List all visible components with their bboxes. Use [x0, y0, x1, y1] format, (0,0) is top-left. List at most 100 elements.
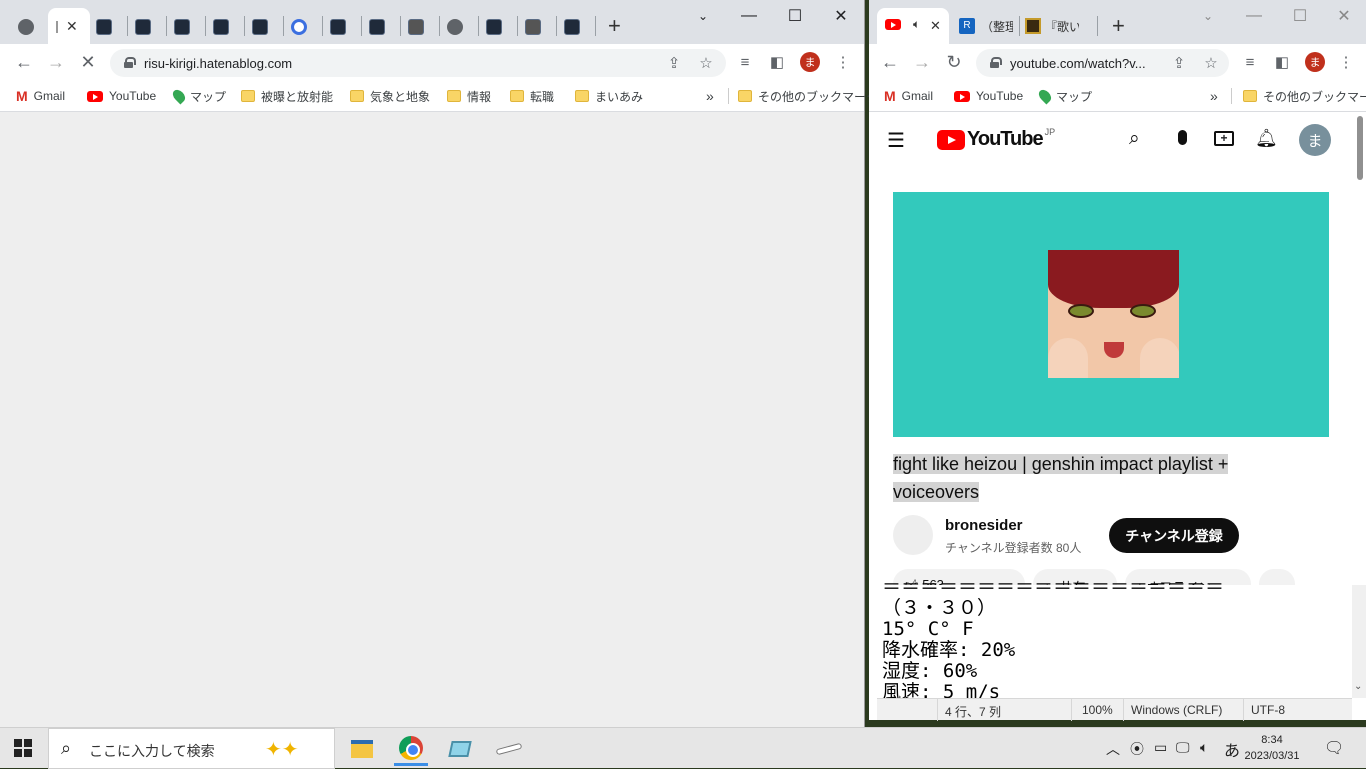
back-icon[interactable]: ←: [878, 50, 902, 74]
page-scrollbar[interactable]: [1357, 116, 1363, 180]
tab-separator: [283, 16, 284, 36]
volume-icon[interactable]: 🔈︎: [1200, 739, 1208, 756]
scroll-down-icon[interactable]: ⌄: [1354, 681, 1362, 692]
bookmark-star-icon[interactable]: ☆: [695, 52, 717, 74]
tab[interactable]: [402, 10, 430, 44]
bookmarks-overflow-icon[interactable]: »: [706, 86, 714, 106]
tab-title[interactable]: 『歌い: [1045, 18, 1079, 35]
bookmark-other-folder[interactable]: その他のブックマーク: [1243, 86, 1366, 106]
notepad-vertical-scrollbar[interactable]: ⌄: [1352, 585, 1366, 698]
video-title: fight like heizou | genshin impact playl…: [893, 454, 1229, 502]
notifications-bell-icon[interactable]: 🔔︎: [1255, 128, 1278, 149]
notepad-taskbar-icon[interactable]: [443, 732, 477, 766]
tab[interactable]: [129, 10, 157, 44]
show-hidden-icons-icon[interactable]: ︿: [1106, 739, 1120, 759]
more-menu-icon[interactable]: ⋮: [1335, 51, 1357, 73]
taskbar-search-box[interactable]: ⌕ ここに入力して検索 ✦✦: [48, 728, 335, 769]
bookmark-gmail[interactable]: M Gmail: [884, 86, 933, 106]
microphone-icon[interactable]: [1178, 130, 1187, 145]
maximize-icon[interactable]: ☐: [1277, 4, 1323, 28]
forward-icon[interactable]: →: [910, 50, 934, 74]
windows-start-icon[interactable]: [14, 739, 32, 757]
notepad-text-area[interactable]: ＝＝＝＝＝＝＝＝＝＝＝＝＝＝＝＝＝＝ （３・３０） 15° C° F 降水確率: 20…: [882, 577, 1224, 703]
new-tab-icon[interactable]: +: [608, 13, 621, 39]
network-icon[interactable]: 🖵︎: [1176, 739, 1190, 756]
share-icon[interactable]: ⇪: [663, 52, 685, 74]
bookmark-other-folder[interactable]: その他のブックマーク: [738, 86, 878, 106]
create-video-icon[interactable]: +: [1214, 131, 1234, 146]
tab[interactable]: [519, 10, 547, 44]
new-tab-icon[interactable]: +: [1112, 13, 1125, 39]
tab[interactable]: [207, 10, 235, 44]
bookmark-folder[interactable]: 被曝と放射能: [241, 86, 333, 106]
channel-avatar[interactable]: [893, 515, 933, 555]
tab-globe[interactable]: [12, 10, 40, 44]
tab-loading[interactable]: [50, 10, 64, 44]
youtube-logo[interactable]: YouTube JP: [937, 127, 1055, 151]
encoding: UTF-8: [1251, 703, 1285, 717]
bookmarks-overflow-icon[interactable]: »: [1210, 86, 1218, 106]
tab[interactable]: [558, 10, 586, 44]
close-window-icon[interactable]: ✕: [818, 4, 864, 28]
battery-icon[interactable]: ▭: [1154, 739, 1167, 756]
ime-indicator[interactable]: あ: [1224, 737, 1240, 761]
tab[interactable]: [246, 10, 274, 44]
reload-icon[interactable]: ↻: [942, 50, 966, 74]
search-icon[interactable]: ⌕: [1129, 128, 1140, 150]
tab[interactable]: [441, 10, 469, 44]
more-menu-icon[interactable]: ⋮: [832, 51, 854, 73]
bookmark-maps[interactable]: マップ: [1036, 86, 1092, 106]
bookmark-youtube[interactable]: YouTube: [954, 86, 1023, 106]
share-icon[interactable]: ⇪: [1168, 52, 1190, 74]
tab-separator: [127, 16, 128, 36]
reading-list-icon[interactable]: ≡: [734, 51, 756, 73]
close-window-icon[interactable]: ✕: [1321, 4, 1366, 28]
channel-name[interactable]: bronesider: [945, 517, 1023, 534]
tab[interactable]: [324, 10, 352, 44]
left-tab-strip: ✕ + ⌄ — ☐ ✕: [0, 0, 864, 44]
back-icon[interactable]: ←: [12, 50, 36, 74]
bookmark-folder[interactable]: まいあみ: [575, 86, 643, 106]
stop-loading-icon[interactable]: ✕: [76, 50, 100, 74]
reading-list-icon[interactable]: ≡: [1239, 51, 1261, 73]
address-bar[interactable]: youtube.com/watch?v... ⇪ ☆: [976, 49, 1229, 77]
bookmark-youtube[interactable]: YouTube: [87, 86, 156, 106]
minimize-icon[interactable]: —: [726, 4, 772, 28]
device-icon[interactable]: ⦿: [1130, 739, 1144, 759]
tab[interactable]: [480, 10, 508, 44]
file-explorer-icon[interactable]: [345, 732, 379, 766]
tab-search-icon[interactable]: ⌄: [680, 4, 726, 28]
app-taskbar-icon[interactable]: [492, 732, 526, 766]
notifications-icon[interactable]: 🗨︎: [1324, 738, 1344, 758]
tab-search-icon[interactable]: ⌄: [1185, 4, 1231, 28]
tab-title[interactable]: （整理: [981, 18, 1013, 35]
subscribe-button[interactable]: チャンネル登録: [1109, 518, 1239, 553]
tab[interactable]: [168, 10, 196, 44]
address-bar[interactable]: risu-kirigi.hatenablog.com ⇪ ☆: [110, 49, 726, 77]
profile-avatar[interactable]: ま: [1305, 52, 1325, 72]
tab[interactable]: [285, 10, 313, 44]
bookmark-folder[interactable]: 転職: [510, 86, 554, 106]
chrome-taskbar-icon[interactable]: [394, 732, 428, 766]
maximize-icon[interactable]: ☐: [772, 4, 818, 28]
bookmark-folder[interactable]: 情報: [447, 86, 491, 106]
bookmark-maps[interactable]: マップ: [170, 86, 226, 106]
taskbar-clock[interactable]: 8:34 2023/03/31: [1240, 732, 1304, 764]
minimize-icon[interactable]: —: [1231, 4, 1277, 28]
youtube-header: ☰ YouTube JP ⌕ + 🔔︎ ま: [869, 112, 1366, 168]
tab[interactable]: [90, 10, 118, 44]
hamburger-menu-icon[interactable]: ☰: [887, 128, 905, 153]
bookmark-folder[interactable]: 気象と地象: [350, 86, 430, 106]
tab[interactable]: [363, 10, 391, 44]
forward-icon[interactable]: →: [44, 50, 68, 74]
video-player[interactable]: [893, 192, 1329, 437]
profile-avatar[interactable]: ま: [800, 52, 820, 72]
bookmark-star-icon[interactable]: ☆: [1200, 52, 1222, 74]
tab-close-icon[interactable]: ✕: [930, 18, 941, 34]
tab-close-icon[interactable]: ✕: [66, 18, 78, 35]
side-panel-icon[interactable]: ◧: [1271, 51, 1293, 73]
account-avatar[interactable]: ま: [1299, 124, 1331, 156]
bookmark-gmail[interactable]: M Gmail: [16, 86, 65, 106]
side-panel-icon[interactable]: ◧: [766, 51, 788, 73]
audio-playing-icon[interactable]: 🔈︎: [913, 17, 920, 32]
